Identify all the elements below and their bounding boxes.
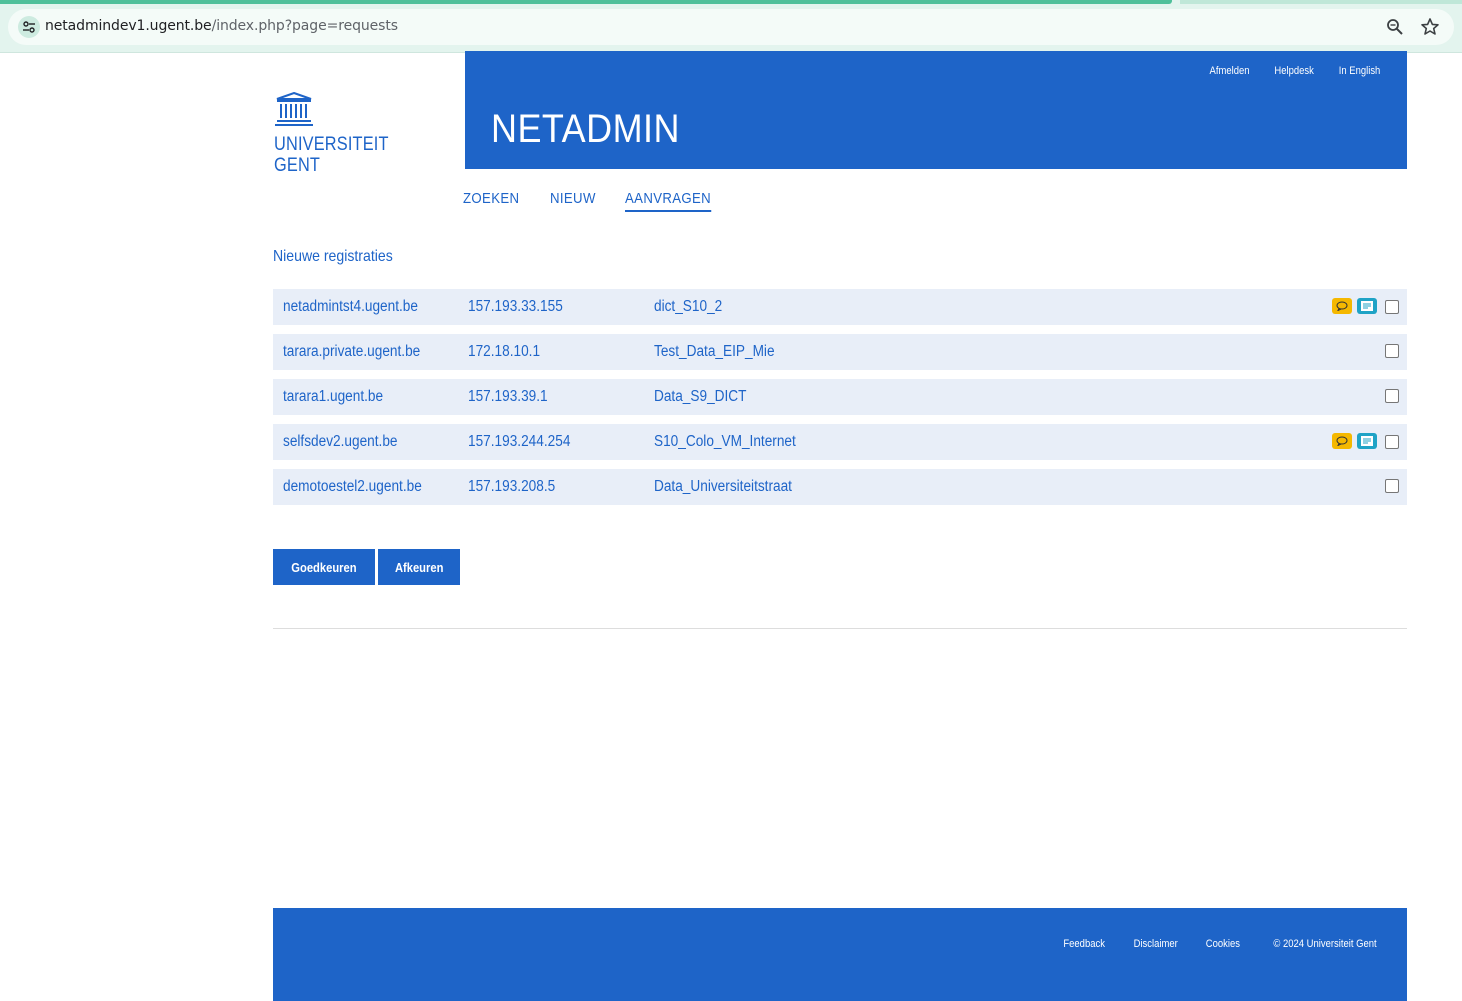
- speech-bubble-icon[interactable]: [1332, 433, 1352, 449]
- request-checkbox[interactable]: [1385, 434, 1399, 449]
- browser-toolbar: netadmindev1.ugent.be/index.php?page=req…: [0, 0, 1462, 53]
- approve-label: Goedkeuren: [291, 559, 357, 575]
- request-network: Test_Data_EIP_Mie: [654, 343, 775, 360]
- request-actions: [1382, 343, 1399, 358]
- main-nav: ZOEKEN NIEUW AANVRAGEN: [463, 190, 723, 212]
- request-checkbox[interactable]: [1385, 344, 1399, 358]
- request-ip: 157.193.39.1: [468, 388, 548, 405]
- divider: [273, 628, 1407, 629]
- request-host: demotoestel2.ugent.be: [283, 478, 422, 495]
- app-title: NETADMIN: [491, 107, 680, 151]
- logout-link[interactable]: Afmelden: [1210, 65, 1250, 77]
- request-actions: [1382, 478, 1399, 493]
- card-icon[interactable]: [1357, 433, 1377, 449]
- helpdesk-link[interactable]: Helpdesk: [1274, 65, 1313, 77]
- request-actions: [1332, 298, 1399, 314]
- copyright-text: © 2024 Universiteit Gent: [1273, 938, 1377, 950]
- request-row: tarara1.ugent.be 157.193.39.1 Data_S9_DI…: [273, 379, 1407, 415]
- request-checkbox[interactable]: [1385, 299, 1399, 314]
- request-checkbox[interactable]: [1385, 389, 1399, 403]
- tab-accent: [0, 0, 1172, 4]
- url-path: /index.php?page=requests: [211, 18, 398, 34]
- request-network: Data_S9_DICT: [654, 388, 747, 405]
- footer: Feedback Disclaimer Cookies © 2024 Unive…: [273, 908, 1407, 1001]
- address-bar[interactable]: netadmindev1.ugent.be/index.php?page=req…: [8, 9, 1454, 45]
- section-title: Nieuwe registraties: [273, 248, 393, 265]
- request-network: dict_S10_2: [654, 298, 723, 315]
- site-info-icon[interactable]: [18, 16, 40, 38]
- card-icon[interactable]: [1357, 298, 1377, 314]
- request-ip: 157.193.33.155: [468, 298, 563, 315]
- request-actions: [1382, 388, 1399, 403]
- request-ip: 157.193.244.254: [468, 433, 571, 450]
- feedback-link[interactable]: Feedback: [1063, 938, 1105, 950]
- ugent-logo[interactable]: UNIVERSITEIT GENT: [273, 92, 403, 182]
- request-row: selfsdev2.ugent.be 157.193.244.254 S10_C…: [273, 424, 1407, 460]
- request-row: demotoestel2.ugent.be 157.193.208.5 Data…: [273, 469, 1407, 505]
- approve-button[interactable]: Goedkeuren: [273, 549, 375, 585]
- disclaimer-link[interactable]: Disclaimer: [1134, 938, 1178, 950]
- request-checkbox[interactable]: [1385, 479, 1399, 493]
- request-actions: [1332, 433, 1399, 449]
- reject-label: Afkeuren: [394, 559, 444, 575]
- english-link[interactable]: In English: [1338, 65, 1380, 77]
- logo-wordmark: UNIVERSITEIT GENT: [274, 134, 389, 176]
- nav-requests[interactable]: AANVRAGEN: [625, 190, 712, 212]
- request-ip: 157.193.208.5: [468, 478, 556, 495]
- zoom-icon[interactable]: [1386, 18, 1404, 36]
- header-banner: Afmelden Helpdesk In English NETADMIN: [465, 51, 1407, 169]
- nav-new[interactable]: NIEUW: [550, 190, 596, 212]
- tab-accent-secondary: [1180, 0, 1462, 4]
- request-ip: 172.18.10.1: [468, 343, 541, 360]
- top-links: Afmelden Helpdesk In English: [1203, 65, 1380, 77]
- request-host: netadmintst4.ugent.be: [283, 298, 418, 315]
- url-host: netadmindev1.ugent.be: [45, 18, 212, 34]
- request-host: selfsdev2.ugent.be: [283, 433, 398, 450]
- action-buttons: Goedkeuren Afkeuren: [273, 549, 461, 585]
- speech-bubble-icon[interactable]: [1332, 298, 1352, 314]
- url-text[interactable]: netadmindev1.ugent.be/index.php?page=req…: [45, 18, 398, 34]
- university-building-icon: [275, 92, 313, 126]
- request-row: netadmintst4.ugent.be 157.193.33.155 dic…: [273, 289, 1407, 325]
- request-row: tarara.private.ugent.be 172.18.10.1 Test…: [273, 334, 1407, 370]
- logo-line-1: UNIVERSITEIT: [274, 134, 389, 155]
- requests-list: netadmintst4.ugent.be 157.193.33.155 dic…: [273, 289, 1407, 514]
- cookies-link[interactable]: Cookies: [1206, 938, 1240, 950]
- request-host: tarara.private.ugent.be: [283, 343, 421, 360]
- logo-line-2: GENT: [274, 155, 321, 176]
- reject-button[interactable]: Afkeuren: [377, 549, 461, 585]
- request-network: S10_Colo_VM_Internet: [654, 433, 796, 450]
- request-host: tarara1.ugent.be: [283, 388, 384, 405]
- nav-search[interactable]: ZOEKEN: [463, 190, 519, 212]
- footer-links: Feedback Disclaimer Cookies © 2024 Unive…: [1060, 938, 1385, 950]
- star-icon[interactable]: [1420, 17, 1440, 37]
- request-network: Data_Universiteitstraat: [654, 478, 792, 495]
